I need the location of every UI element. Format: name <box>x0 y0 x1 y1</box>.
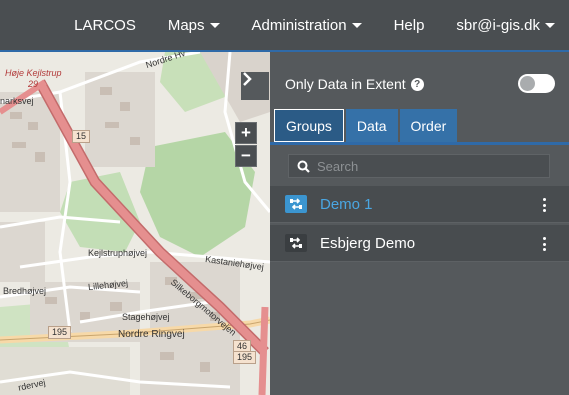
tab-data[interactable]: Data <box>345 109 398 142</box>
zoom-out-button[interactable]: − <box>235 145 257 167</box>
list-item-label: Demo 1 <box>320 195 373 213</box>
nav-user-label: sbr@i-gis.dk <box>456 16 540 34</box>
layer-group-icon <box>285 234 307 252</box>
list-item-label: Esbjerg Demo <box>320 234 416 252</box>
nav-maps-dropdown[interactable]: Maps <box>152 0 236 50</box>
zoom-in-button[interactable]: + <box>235 122 257 144</box>
extent-toggle[interactable] <box>518 74 555 93</box>
chevron-right-icon <box>243 72 252 86</box>
search-box <box>288 154 550 178</box>
map-label-nordre-ringvej: Nordre Ringvej <box>118 329 185 340</box>
nav-maps-label: Maps <box>167 16 205 34</box>
more-vertical-icon[interactable] <box>543 198 547 212</box>
collapse-panel-button[interactable] <box>241 72 269 100</box>
map-label-kejlstruphojvej: Kejlstruphøjvej <box>88 248 148 258</box>
nav-larcos[interactable]: LARCOS <box>58 0 152 50</box>
map-label-bredhojvej: Bredhøjvej <box>3 286 47 296</box>
map-view[interactable]: Høje Kejlstrup 29 Nordre Hv narksvej Kej… <box>0 52 270 395</box>
panel-tabs: Groups Data Order <box>274 109 459 142</box>
map-label-hoje-kejlstrup-number: 29 <box>28 79 39 89</box>
group-list: Demo 1 Esbjerg Demo <box>270 186 569 264</box>
toggle-knob <box>520 76 535 91</box>
nav-larcos-label: LARCOS <box>74 16 136 34</box>
caret-down-icon <box>545 22 555 28</box>
route-shield-195: 195 <box>48 326 72 339</box>
route-shield-195-b: 195 <box>233 351 257 364</box>
search-input[interactable] <box>317 158 537 174</box>
tab-order[interactable]: Order <box>399 109 458 142</box>
tab-groups[interactable]: Groups <box>274 109 344 142</box>
caret-down-icon <box>209 22 220 28</box>
list-item-esbjerg-demo[interactable]: Esbjerg Demo <box>270 225 569 262</box>
more-vertical-icon[interactable] <box>543 237 547 251</box>
list-item-demo-1[interactable]: Demo 1 <box>270 186 569 223</box>
extent-filter-row: Only Data in Extent ? <box>285 76 424 92</box>
layer-group-icon <box>285 195 307 213</box>
question-circle-icon[interactable]: ? <box>410 77 424 91</box>
route-shield-15: 15 <box>72 130 91 143</box>
map-label-narksvej: narksvej <box>0 96 34 106</box>
map-label-hoje-kejlstrup: Høje Kejlstrup <box>5 68 62 78</box>
layers-panel: Only Data in Extent ? Groups Data Order … <box>270 52 569 395</box>
nav-user-dropdown[interactable]: sbr@i-gis.dk <box>440 0 555 50</box>
map-tiles <box>0 52 270 395</box>
map-label-stagehojvej: Stagehøjvej <box>122 312 170 322</box>
top-navbar: LARCOS Maps Administration Help sbr@i-gi… <box>0 0 569 50</box>
nav-administration-label: Administration <box>251 16 347 34</box>
nav-administration-dropdown[interactable]: Administration <box>236 0 378 50</box>
search-icon <box>297 160 310 173</box>
tabs-underline <box>270 142 569 145</box>
nav-help[interactable]: Help <box>378 0 441 50</box>
caret-down-icon <box>351 22 362 28</box>
extent-filter-label: Only Data in Extent <box>285 76 406 92</box>
nav-help-label: Help <box>393 16 425 34</box>
